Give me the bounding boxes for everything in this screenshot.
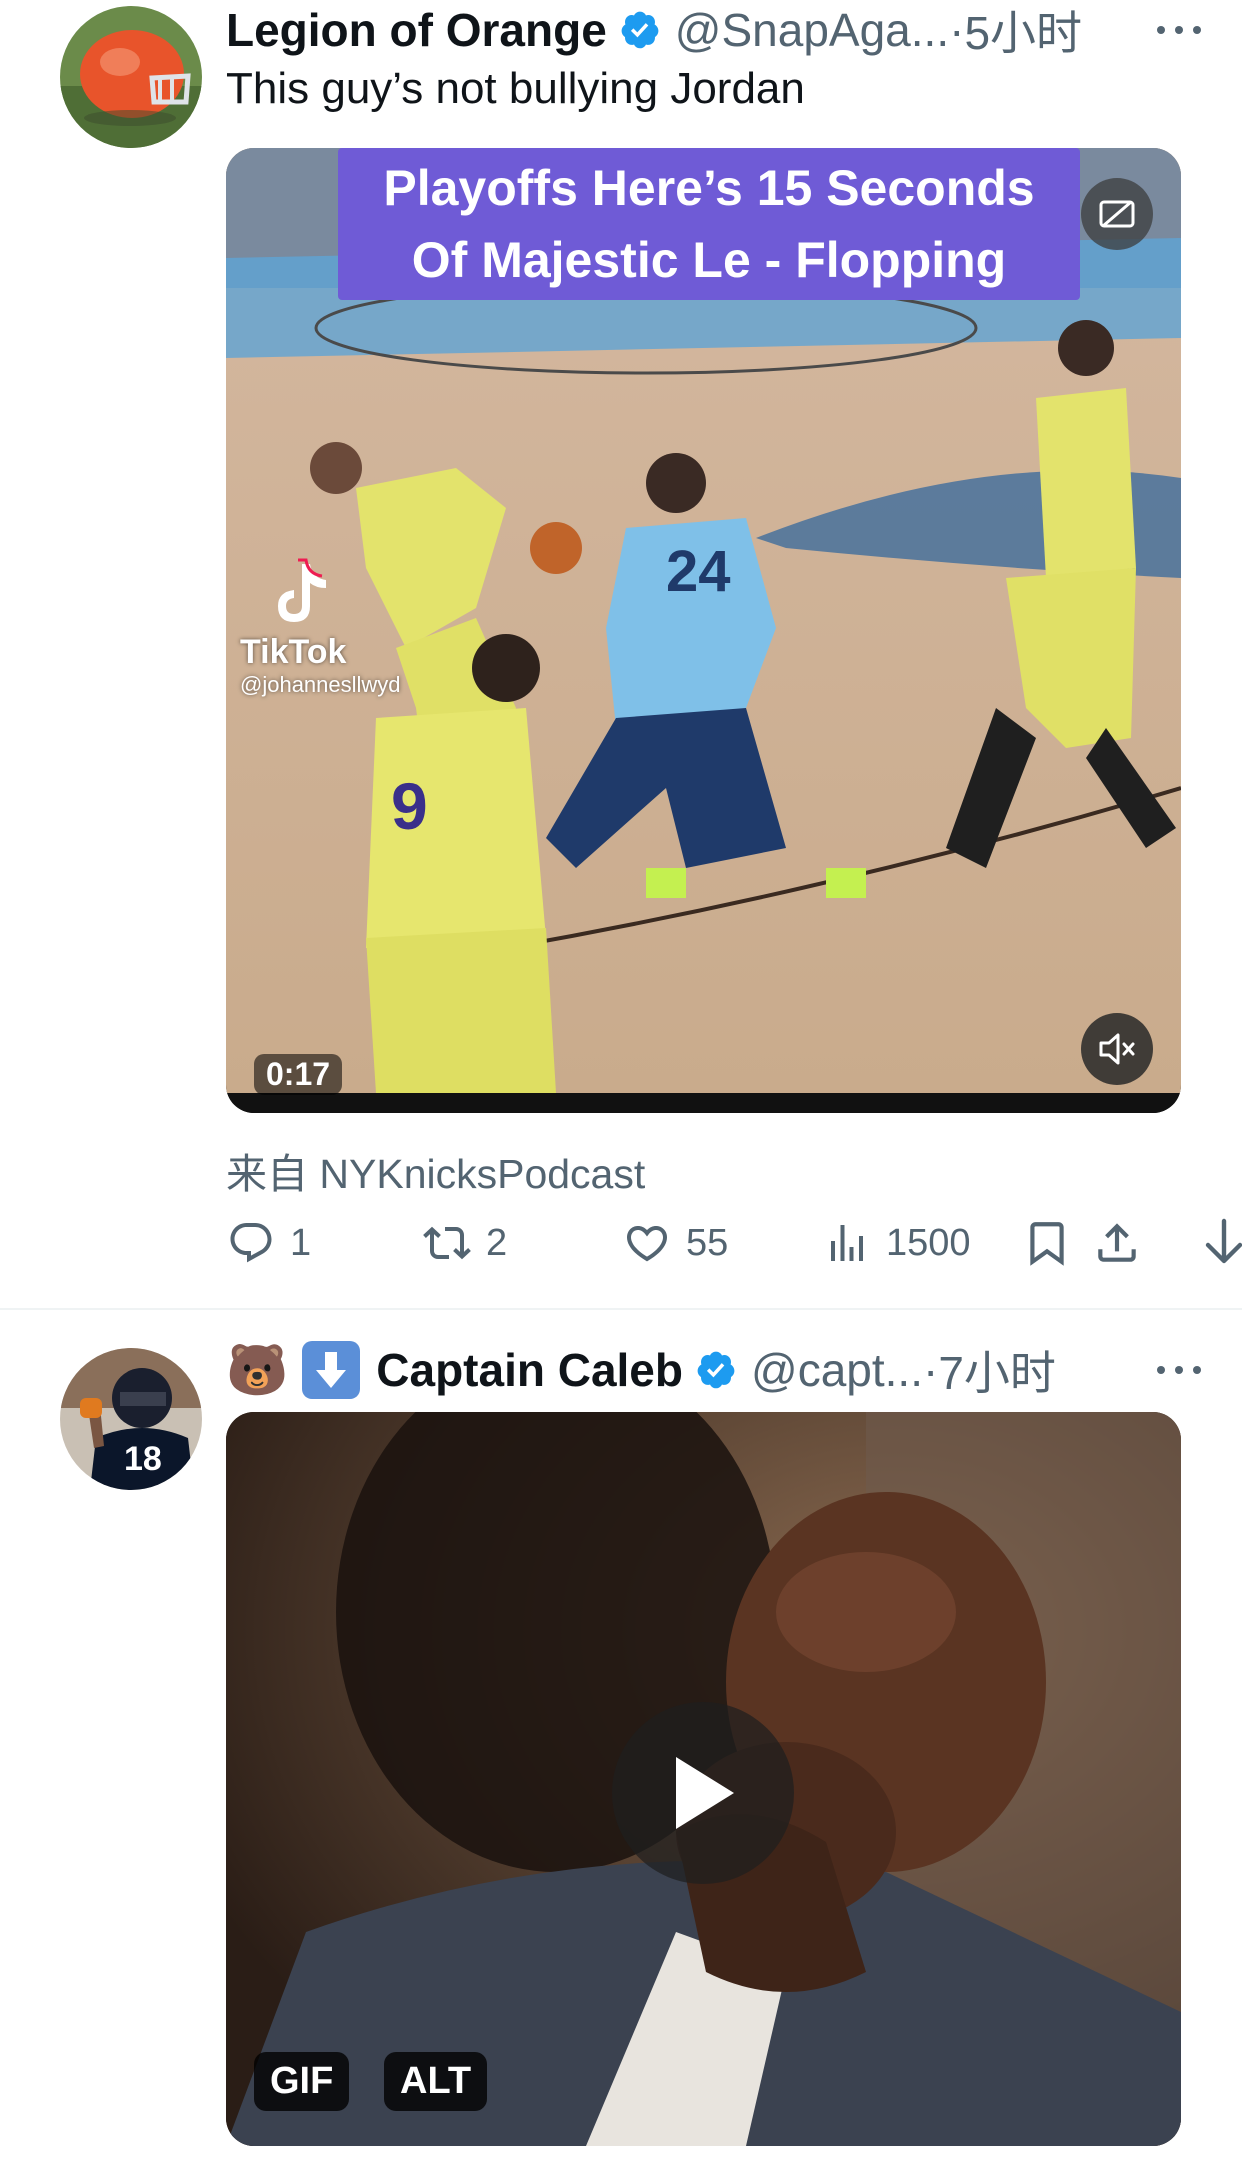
tweet-1[interactable]: Legion of Orange @SnapAga... · 5小时 This … (0, 0, 1242, 1300)
tiktok-user: @johannesllwyd (240, 672, 401, 697)
like-icon (626, 1226, 668, 1262)
pip-button[interactable] (1081, 178, 1153, 250)
time-separator: · (922, 1344, 939, 1396)
reply-count: 1 (290, 1221, 312, 1264)
tweet-text: This guy’s not bullying Jordan (226, 64, 805, 113)
retweet-button[interactable]: 2 (422, 1219, 507, 1267)
views-button[interactable]: 1500 (822, 1219, 971, 1267)
video-banner: Playoffs Here’s 15 Seconds Of Majestic L… (338, 148, 1080, 304)
tweet-2[interactable]: 18 🐻 Captain Caleb @capt... · 7小时 GIF AL… (0, 1310, 1242, 2160)
tiktok-brand: TikTok (240, 633, 347, 671)
tiktok-icon (278, 558, 326, 622)
author-name[interactable]: Captain Caleb (376, 1343, 683, 1397)
alt-badge[interactable]: ALT (384, 2052, 488, 2111)
share-icon (1098, 1223, 1136, 1262)
pip-icon (1099, 200, 1135, 228)
reply-icon (230, 1223, 272, 1263)
retweet-icon (423, 1226, 471, 1260)
download-button[interactable] (1202, 1217, 1242, 1269)
play-icon (676, 1757, 734, 1829)
mute-button[interactable] (1081, 1013, 1153, 1085)
action-bar: 1 2 55 1500 (226, 1213, 1242, 1273)
share-button[interactable] (1092, 1218, 1156, 1268)
timestamp[interactable]: 5小时 (964, 0, 1082, 63)
bookmark-button[interactable] (1022, 1218, 1086, 1268)
like-count: 55 (686, 1221, 729, 1264)
more-icon[interactable] (1156, 0, 1202, 60)
down-arrow-emoji-icon (302, 1341, 361, 1399)
banner-line-1: Playoffs Here’s 15 Seconds (383, 160, 1035, 216)
reply-button[interactable]: 1 (226, 1219, 311, 1267)
tiktok-watermark: TikTok @johannesllwyd (240, 558, 401, 698)
bear-emoji: 🐻 (226, 1341, 289, 1398)
author-handle[interactable]: @capt... (751, 1343, 923, 1397)
like-button[interactable]: 55 (622, 1219, 728, 1267)
video-player[interactable]: Playoffs Here’s 15 Seconds Of Majestic L… (226, 148, 1181, 1113)
bookmark-icon (1030, 1222, 1064, 1266)
retweet-count: 2 (486, 1221, 508, 1264)
jersey-24: 24 (666, 539, 731, 604)
time-separator: · (949, 4, 965, 56)
gif-badge: GIF (254, 2052, 350, 2111)
author-name[interactable]: Legion of Orange (226, 3, 607, 57)
mute-icon (1099, 1033, 1135, 1065)
author-handle[interactable]: @SnapAga... (675, 3, 949, 57)
views-count: 1500 (886, 1221, 971, 1264)
source-label[interactable]: 来自 NYKnicksPodcast (226, 1140, 645, 1200)
timestamp[interactable]: 7小时 (938, 1337, 1056, 1403)
download-icon (1205, 1218, 1242, 1264)
banner-line-2: Of Majestic Le - Flopping (411, 232, 1007, 288)
gif-player[interactable]: GIF ALT (226, 1412, 1181, 2146)
tweet-header: 🐻 Captain Caleb @capt... · 7小时 (226, 1340, 1202, 1400)
more-icon[interactable] (1156, 1340, 1202, 1400)
jersey-9: 9 (391, 769, 428, 843)
avatar[interactable] (60, 6, 202, 148)
avatar-jersey-number: 18 (124, 1440, 162, 1478)
verified-icon (621, 11, 659, 49)
verified-icon (697, 1351, 735, 1389)
play-button[interactable] (612, 1702, 794, 1884)
views-icon (831, 1225, 863, 1261)
avatar[interactable]: 18 (60, 1348, 202, 1490)
tweet-header: Legion of Orange @SnapAga... · 5小时 (226, 0, 1202, 60)
duration-badge: 0:17 (254, 1054, 343, 1095)
